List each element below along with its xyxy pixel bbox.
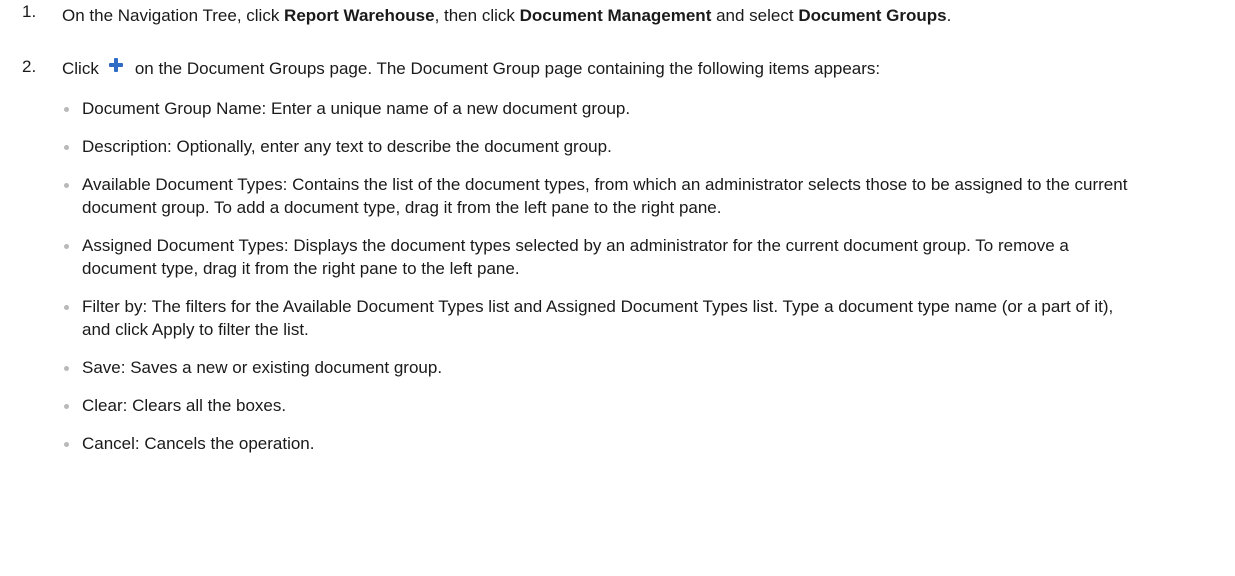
list-item-text: Document Group Name: Enter a unique name… (82, 99, 631, 118)
bullet-icon (64, 107, 69, 112)
list-item: Save: Saves a new or existing document g… (0, 356, 1142, 379)
item-list: Document Group Name: Enter a unique name… (0, 97, 1235, 455)
step-text: , then click (434, 6, 520, 25)
list-item: Cancel: Cancels the operation. (0, 432, 1142, 455)
menu-report-warehouse: Report Warehouse (284, 6, 435, 25)
menu-document-management: Document Management (519, 6, 712, 25)
bullet-icon (64, 183, 69, 188)
step-text: and select (711, 6, 799, 25)
menu-document-groups: Document Groups (798, 6, 947, 25)
list-item-text: Description: Optionally, enter any text … (82, 137, 612, 156)
list-item: Document Group Name: Enter a unique name… (0, 97, 1142, 120)
plus-icon (103, 55, 129, 77)
bullet-icon (64, 305, 69, 310)
step-2: 2. Click on the Document Groups page. The… (0, 55, 1235, 80)
list-item: Available Document Types: Contains the l… (0, 173, 1142, 219)
bullet-icon (64, 404, 69, 409)
bullet-icon (64, 366, 69, 371)
list-item-text: Clear: Clears all the boxes. (82, 396, 287, 415)
step-1: 1. On the Navigation Tree, click Report … (0, 0, 1212, 27)
step-number: 2. (22, 57, 37, 76)
list-item: Description: Optionally, enter any text … (0, 135, 1142, 158)
list-item: Filter by: The filters for the Available… (0, 295, 1142, 341)
step-text: On the Navigation Tree, click (62, 6, 285, 25)
step-text: on the Document Groups page. The Documen… (134, 59, 881, 78)
list-item-text: Assigned Document Types: Displays the do… (82, 236, 1069, 278)
list-item-text: Cancel: Cancels the operation. (82, 434, 315, 453)
list-item-text: Filter by: The filters for the Available… (82, 297, 1114, 339)
list-item: Assigned Document Types: Displays the do… (0, 234, 1142, 280)
list-item-text: Save: Saves a new or existing document g… (82, 358, 443, 377)
step-text: . (946, 6, 952, 25)
list-item: Clear: Clears all the boxes. (0, 394, 1142, 417)
bullet-icon (64, 145, 69, 150)
document-page: 1. On the Navigation Tree, click Report … (0, 0, 1235, 576)
step-text: Click (62, 59, 99, 78)
bullet-icon (64, 442, 69, 447)
bullet-icon (64, 244, 69, 249)
list-item-text: Available Document Types: Contains the l… (82, 175, 1128, 217)
step-number: 1. (22, 2, 37, 21)
